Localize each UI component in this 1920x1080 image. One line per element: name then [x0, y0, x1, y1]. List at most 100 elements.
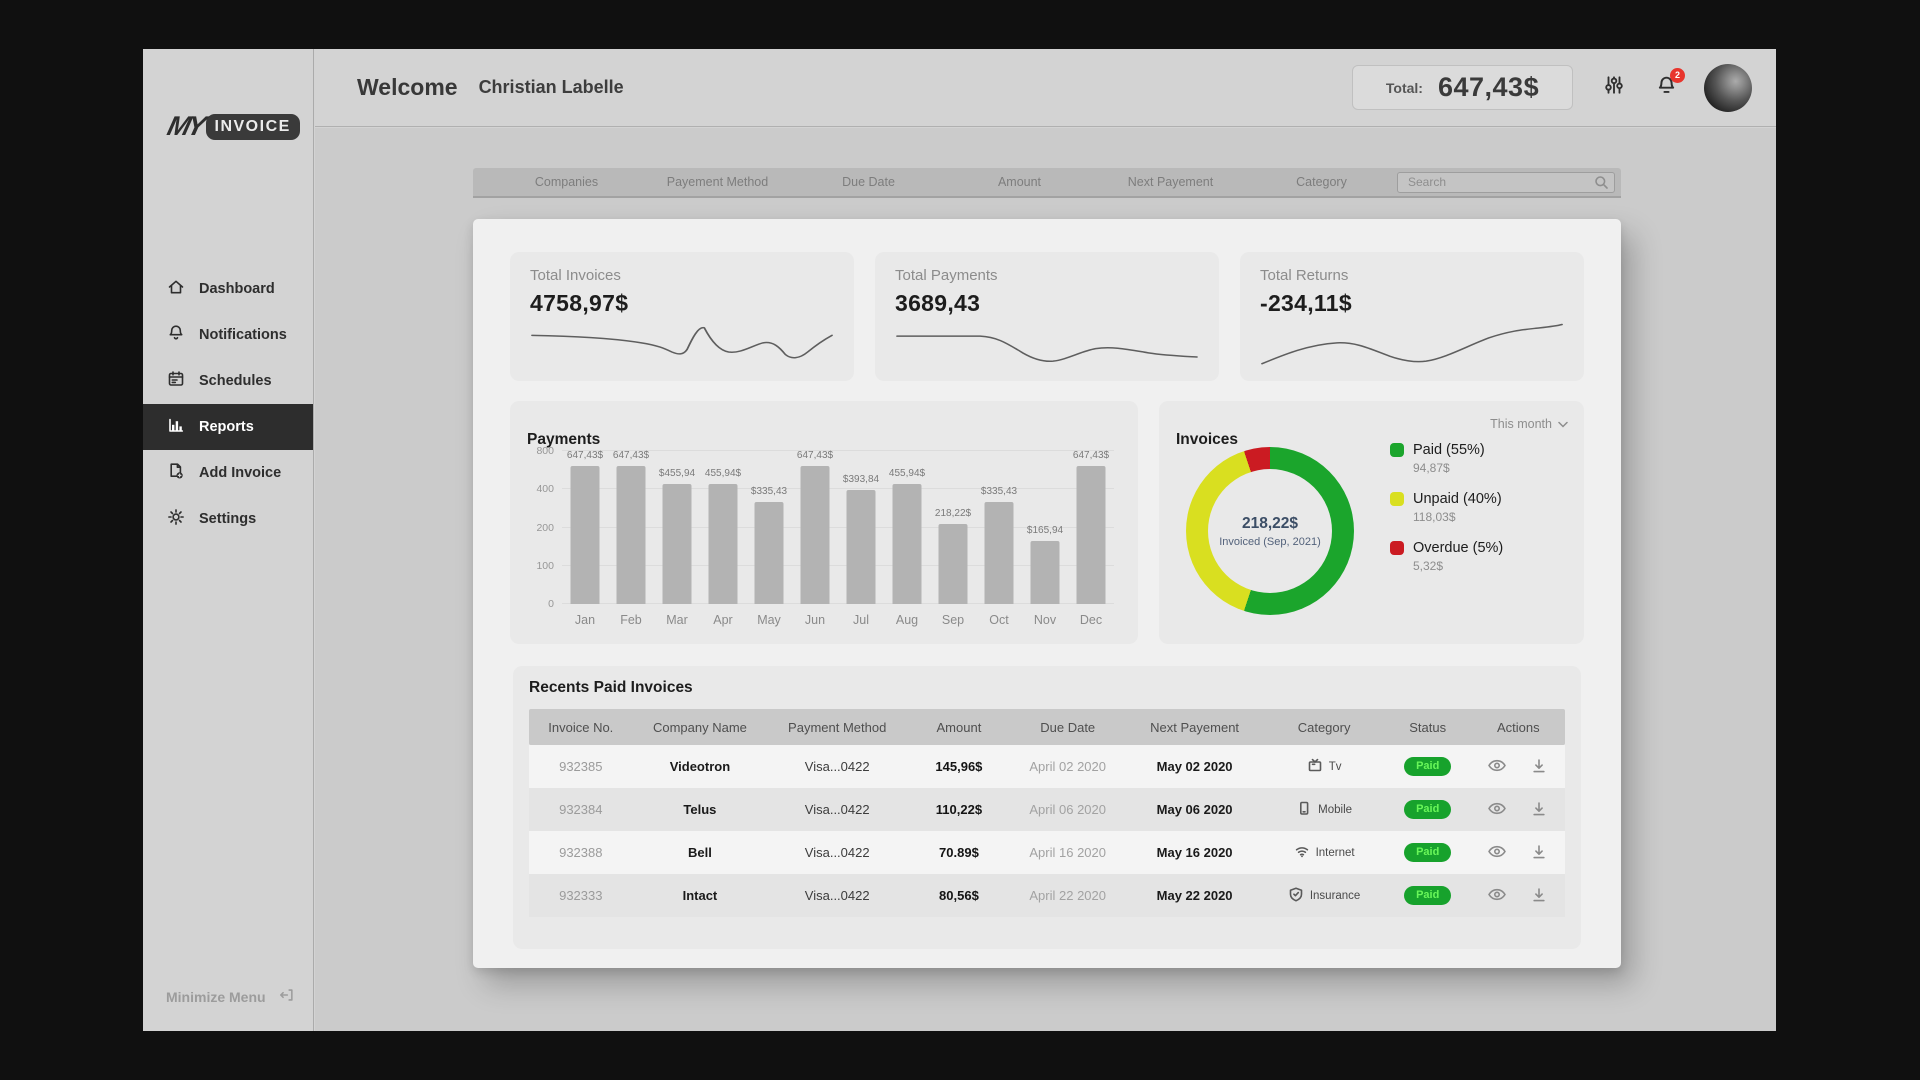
download-invoice-button[interactable]: [1529, 800, 1549, 817]
legend-item-paid: Paid (55%)94,87$: [1390, 442, 1503, 475]
filter-item-amount[interactable]: Amount: [944, 175, 1095, 189]
status-badge: Paid: [1404, 843, 1451, 862]
sidebar-item-reports[interactable]: Reports: [143, 404, 313, 450]
legend-amount: 5,32$: [1413, 559, 1503, 573]
sparkline-chart: [895, 317, 1199, 367]
welcome-title: Welcome: [357, 74, 458, 101]
column-header-amount: Amount: [907, 720, 1011, 735]
cell-company-name: Telus: [633, 802, 768, 817]
bar-column-aug: 455,94$: [884, 451, 930, 604]
view-invoice-button[interactable]: [1487, 757, 1507, 774]
table-row[interactable]: 932385VideotronVisa...0422145,96$April 0…: [529, 745, 1565, 788]
wifi-icon: [1294, 843, 1310, 862]
cell-invoice-no: 932388: [529, 845, 633, 860]
download-icon: [1529, 886, 1549, 903]
summary-card-value: 3689,43: [895, 290, 1199, 317]
view-invoice-button[interactable]: [1487, 843, 1507, 860]
bar[interactable]: [571, 466, 600, 604]
sidebar-item-add-invoice[interactable]: Add Invoice: [143, 450, 313, 496]
sidebar-item-settings[interactable]: Settings: [143, 496, 313, 542]
filter-sliders-button[interactable]: [1603, 74, 1625, 101]
bar[interactable]: [939, 524, 968, 604]
table-row[interactable]: 932384TelusVisa...0422110,22$April 06 20…: [529, 788, 1565, 831]
bar-value-label: $393,84: [843, 474, 879, 485]
download-icon: [1529, 800, 1549, 817]
payments-bar-chart: 0100200400800647,43$647,43$$455,94455,94…: [562, 451, 1114, 604]
gear-icon: [166, 507, 186, 531]
file-plus-icon: [166, 461, 186, 485]
x-axis-label-apr: Apr: [700, 613, 746, 627]
cell-next-payment: May 22 2020: [1125, 888, 1265, 903]
column-header-due-date: Due Date: [1011, 720, 1125, 735]
app-window: MY INVOICE DashboardNotificationsSchedul…: [143, 49, 1776, 1031]
minimize-menu-button[interactable]: Minimize Menu: [166, 986, 295, 1007]
cell-company-name: Videotron: [633, 759, 768, 774]
donut-center-label: Invoiced (Sep, 2021): [1219, 536, 1321, 548]
view-invoice-button[interactable]: [1487, 800, 1507, 817]
bar-column-mar: $455,94: [654, 451, 700, 604]
legend-swatch: [1390, 443, 1404, 457]
user-avatar[interactable]: [1704, 64, 1752, 112]
bar-chart-icon: [166, 415, 186, 439]
bar[interactable]: [709, 484, 738, 604]
bar-column-oct: $335,43: [976, 451, 1022, 604]
filter-item-next-payement[interactable]: Next Payement: [1095, 175, 1246, 189]
sidebar-item-notifications[interactable]: Notifications: [143, 312, 313, 358]
bar[interactable]: [755, 502, 784, 604]
tv-icon: [1307, 757, 1323, 776]
search-input[interactable]: [1397, 172, 1615, 193]
total-label: Total:: [1386, 80, 1423, 96]
bar[interactable]: [847, 490, 876, 604]
filter-item-payement-method[interactable]: Payement Method: [642, 175, 793, 189]
download-invoice-button[interactable]: [1529, 757, 1549, 774]
filter-bar: CompaniesPayement MethodDue DateAmountNe…: [473, 168, 1621, 198]
bar[interactable]: [663, 484, 692, 604]
sliders-icon: [1603, 74, 1625, 101]
bar[interactable]: [893, 484, 922, 604]
bar[interactable]: [1031, 541, 1060, 604]
y-axis-tick-label: 200: [536, 522, 554, 534]
legend-item-unpaid: Unpaid (40%)118,03$: [1390, 491, 1503, 524]
filter-item-category[interactable]: Category: [1246, 175, 1397, 189]
summary-card-value: 4758,97$: [530, 290, 834, 317]
column-header-invoice-no-: Invoice No.: [529, 720, 633, 735]
legend-amount: 94,87$: [1413, 461, 1503, 475]
sparkline-chart: [1260, 317, 1564, 367]
status-badge: Paid: [1404, 757, 1451, 776]
sidebar-item-schedules[interactable]: Schedules: [143, 358, 313, 404]
view-invoice-button[interactable]: [1487, 886, 1507, 903]
summary-card-total-invoices: Total Invoices 4758,97$: [510, 252, 854, 381]
bar[interactable]: [1077, 466, 1106, 604]
table-row[interactable]: 932333IntactVisa...042280,56$April 22 20…: [529, 874, 1565, 917]
notifications-button[interactable]: 2: [1655, 74, 1678, 102]
summary-cards-row: Total Invoices4758,97$Total Payments3689…: [510, 252, 1584, 381]
download-invoice-button[interactable]: [1529, 886, 1549, 903]
cell-invoice-no: 932385: [529, 759, 633, 774]
bar-value-label: $165,94: [1027, 525, 1063, 536]
sidebar-item-dashboard[interactable]: Dashboard: [143, 266, 313, 312]
bar[interactable]: [801, 466, 830, 604]
table-body: 932385VideotronVisa...0422145,96$April 0…: [529, 745, 1565, 917]
donut-center-text: 218,22$ Invoiced (Sep, 2021): [1186, 447, 1354, 615]
cell-due-date: April 16 2020: [1011, 845, 1125, 860]
period-dropdown[interactable]: This month: [1490, 417, 1568, 431]
header-right-group: Total: 647,43$ 2: [1352, 64, 1752, 112]
cell-next-payment: May 16 2020: [1125, 845, 1265, 860]
cell-payment-method: Visa...0422: [767, 888, 907, 903]
download-invoice-button[interactable]: [1529, 843, 1549, 860]
status-badge: Paid: [1404, 800, 1451, 819]
logo-my-text: MY: [164, 111, 206, 142]
bar-value-label: $335,43: [751, 486, 787, 497]
user-name: Christian Labelle: [479, 77, 624, 98]
bar-column-feb: 647,43$: [608, 451, 654, 604]
donut-legend: Paid (55%)94,87$Unpaid (40%)118,03$Overd…: [1390, 442, 1503, 573]
filter-item-due-date[interactable]: Due Date: [793, 175, 944, 189]
filter-item-companies[interactable]: Companies: [491, 175, 642, 189]
bar[interactable]: [617, 466, 646, 604]
cell-status: Paid: [1384, 843, 1472, 862]
bar-value-label: $335,43: [981, 486, 1017, 497]
table-row[interactable]: 932388BellVisa...042270.89$April 16 2020…: [529, 831, 1565, 874]
cell-category: Tv: [1265, 757, 1384, 776]
bar[interactable]: [985, 502, 1014, 604]
summary-card-title: Total Invoices: [530, 267, 834, 284]
